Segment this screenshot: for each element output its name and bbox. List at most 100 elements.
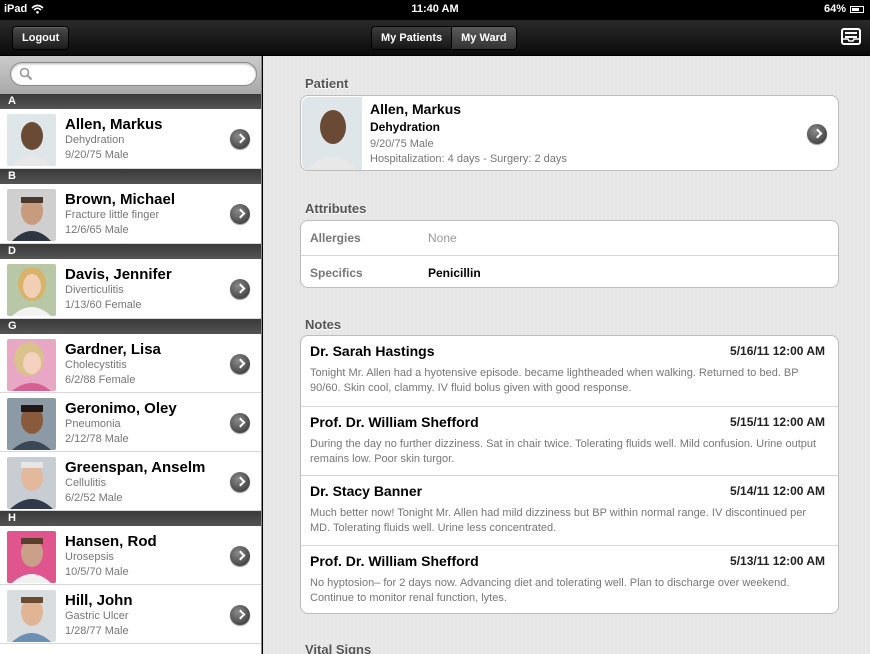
patient-row[interactable]: Davis, Jennifer Diverticulitis 1/13/60 F… <box>0 259 261 319</box>
patient-photo <box>7 531 56 583</box>
disclosure-chevron-icon[interactable] <box>230 204 250 224</box>
disclosure-chevron-icon[interactable] <box>807 124 827 144</box>
patient-photo <box>7 189 56 241</box>
patient-name: Hill, John <box>65 592 133 609</box>
battery-percent: 64% <box>823 3 846 15</box>
patient-birthdate-gender: 6/2/88 Female <box>65 374 136 386</box>
note-author: Dr. Sarah Hastings <box>310 343 435 359</box>
patient-list: A Allen, Markus Dehydration 9/20/75 Male… <box>0 56 262 654</box>
patient-section-title: Patient <box>305 76 349 91</box>
patient-photo <box>7 339 56 391</box>
tab-my-ward[interactable]: My Ward <box>451 27 516 49</box>
attribute-row: Allergies None <box>301 221 838 255</box>
patient-row[interactable]: Hill, John Gastric Ulcer 1/28/77 Male <box>0 585 261 644</box>
status-bar: iPad 11:40 AM 64% <box>0 0 870 20</box>
patient-diagnosis: Cholecystitis <box>65 359 127 371</box>
patient-birthdate-gender: 1/13/60 Female <box>65 299 142 311</box>
note-date: 5/15/11 12:00 AM <box>730 414 825 429</box>
patient-diagnosis: Fracture little finger <box>65 209 160 221</box>
patient-row[interactable]: Gardner, Lisa Cholecystitis 6/2/88 Femal… <box>0 334 261 393</box>
attribute-key: Specifics <box>310 266 363 280</box>
note-author: Prof. Dr. William Shefford <box>310 413 479 430</box>
note-item[interactable]: Dr. Stacy Banner 5/14/11 12:00 AM Much b… <box>301 475 838 545</box>
patient-name: Hansen, Rod <box>65 533 157 550</box>
patient-birthdate-gender: 2/12/78 Male <box>65 433 129 445</box>
patient-photo <box>7 457 56 509</box>
patient-diagnosis: Dehydration <box>370 120 441 134</box>
note-text: Much better now! Tonight Mr. Allen had m… <box>310 507 807 534</box>
notes-card: Dr. Sarah Hastings 5/16/11 12:00 AM Toni… <box>300 335 839 614</box>
inbox-tray-icon[interactable] <box>840 25 862 47</box>
note-text: Tonight Mr. Allen had a hyotensive episo… <box>310 367 799 394</box>
tab-my-patients[interactable]: My Patients <box>372 27 452 49</box>
patient-name: Gardner, Lisa <box>65 341 161 358</box>
patient-row[interactable]: Brown, Michael Fracture little finger 12… <box>0 184 261 244</box>
section-header-h: H <box>0 511 261 526</box>
patient-photo <box>7 264 56 316</box>
patient-name: Davis, Jennifer <box>65 266 172 283</box>
patient-birthdate-gender: 12/6/65 Male <box>65 224 129 236</box>
search-bar <box>0 56 261 94</box>
section-header-a: A <box>0 94 261 109</box>
disclosure-chevron-icon[interactable] <box>230 472 250 492</box>
patient-photo <box>7 114 56 166</box>
attributes-card: Allergies None Specifics Penicillin <box>300 220 839 288</box>
attribute-value: None <box>428 231 457 245</box>
patient-row[interactable]: Greenspan, Anselm Cellulitis 6/2/52 Male <box>0 452 261 511</box>
notes-section-title: Notes <box>305 317 342 332</box>
patient-diagnosis: Pneumonia <box>65 418 121 430</box>
patient-diagnosis: Diverticulitis <box>65 284 124 296</box>
section-header-d: D <box>0 244 261 259</box>
note-date: 5/13/11 12:00 AM <box>730 553 825 568</box>
patient-row[interactable]: Allen, Markus Dehydration 9/20/75 Male <box>0 109 261 169</box>
note-date: 5/16/11 12:00 AM <box>730 344 825 358</box>
attribute-key: Allergies <box>310 231 361 245</box>
attribute-value: Penicillin <box>428 266 481 280</box>
note-text: No hyptosion– for 2 days now. Advancing … <box>310 576 790 604</box>
disclosure-chevron-icon[interactable] <box>230 129 250 149</box>
clock: 11:40 AM <box>411 3 459 15</box>
patient-photo <box>7 398 56 450</box>
disclosure-chevron-icon[interactable] <box>230 279 250 299</box>
patient-diagnosis: Dehydration <box>65 134 125 146</box>
note-author: Prof. Dr. William Shefford <box>310 552 479 569</box>
patient-birthdate-gender: 10/5/70 Male <box>65 566 129 578</box>
search-field[interactable] <box>10 62 257 86</box>
patient-birthdate-gender: 9/20/75 Male <box>370 138 434 150</box>
patient-photo <box>7 590 56 642</box>
patient-row[interactable]: Geronimo, Oley Pneumonia 2/12/78 Male <box>0 393 261 452</box>
search-input[interactable] <box>37 65 248 83</box>
patient-detail-pane: Patient Allen, Markus Dehydration 9/20/7… <box>263 56 870 654</box>
note-item[interactable]: Dr. Sarah Hastings 5/16/11 12:00 AM Toni… <box>301 336 838 406</box>
patient-photo <box>302 97 362 170</box>
patient-birthdate-gender: 1/28/77 Male <box>65 625 129 637</box>
disclosure-chevron-icon[interactable] <box>230 354 250 374</box>
patient-name: Allen, Markus <box>370 101 462 117</box>
patient-name: Geronimo, Oley <box>65 400 177 417</box>
disclosure-chevron-icon[interactable] <box>230 413 250 433</box>
note-date: 5/14/11 12:00 AM <box>730 484 825 498</box>
battery-icon <box>850 5 864 13</box>
disclosure-chevron-icon[interactable] <box>230 605 250 625</box>
search-icon <box>19 67 33 81</box>
vital-signs-section-title: Vital Signs <box>305 642 372 654</box>
patient-name: Brown, Michael <box>65 191 176 208</box>
patients-segmented-control: My Patients My Ward <box>371 26 517 50</box>
patient-name: Greenspan, Anselm <box>65 459 206 476</box>
note-author: Dr. Stacy Banner <box>310 483 423 499</box>
section-header-b: B <box>0 169 261 184</box>
patient-birthdate-gender: 6/2/52 Male <box>65 492 123 504</box>
disclosure-chevron-icon[interactable] <box>230 546 250 566</box>
attribute-row: Specifics Penicillin <box>301 255 838 289</box>
hospitalization-info: Hospitalization: 4 days - Surgery: 2 day… <box>370 153 567 165</box>
note-item[interactable]: Prof. Dr. William Shefford 5/13/11 12:00… <box>301 544 838 615</box>
patient-name: Allen, Markus <box>65 116 163 133</box>
note-item[interactable]: Prof. Dr. William Shefford 5/15/11 12:00… <box>301 405 838 476</box>
patient-row[interactable]: Hansen, Rod Urosepsis 10/5/70 Male <box>0 526 261 585</box>
patient-diagnosis: Urosepsis <box>65 551 114 563</box>
section-header-g: G <box>0 319 261 334</box>
patient-diagnosis: Cellulitis <box>65 477 106 489</box>
logout-button[interactable]: Logout <box>12 26 70 50</box>
patient-birthdate-gender: 9/20/75 Male <box>65 149 129 161</box>
patient-summary-card[interactable]: Allen, Markus Dehydration 9/20/75 Male H… <box>300 95 839 171</box>
